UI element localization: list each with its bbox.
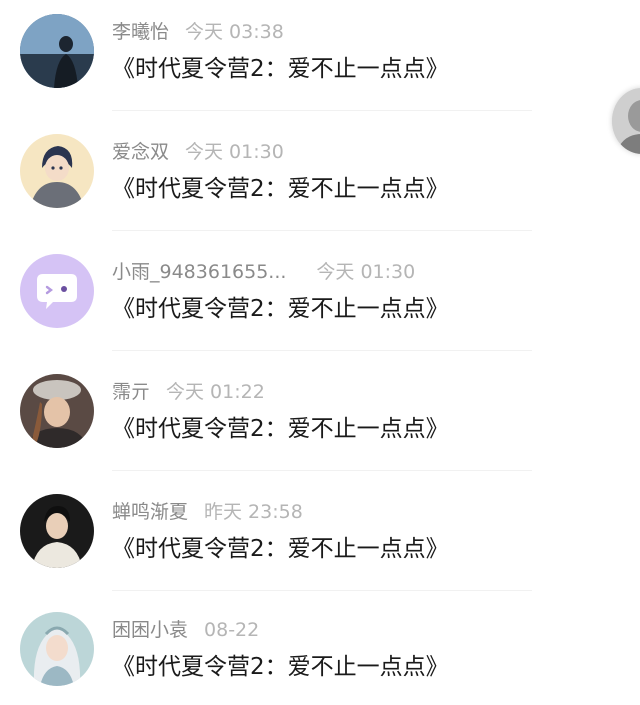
message-time: 昨天 23:58	[204, 501, 303, 523]
avatar[interactable]	[20, 494, 94, 568]
message-title[interactable]: 《时代夏令营2：爱不止一点点》	[112, 52, 449, 86]
list-item[interactable]: 李曦怡 今天 03:38 《时代夏令营2：爱不止一点点》	[0, 0, 640, 120]
message-title[interactable]: 《时代夏令营2：爱不止一点点》	[112, 292, 449, 326]
sender-name[interactable]: 蝉鸣渐夏	[112, 501, 188, 523]
message-time: 今天 03:38	[185, 21, 284, 43]
sender-name[interactable]: 爱念双	[112, 141, 169, 163]
avatar[interactable]	[20, 254, 94, 328]
sender-name[interactable]: 困困小袁	[112, 619, 188, 641]
message-time: 今天 01:30	[185, 141, 284, 163]
message-time: 今天 01:30	[316, 261, 416, 283]
avatar[interactable]	[20, 612, 94, 686]
message-meta: 李曦怡 今天 03:38	[112, 18, 284, 46]
message-title[interactable]: 《时代夏令营2：爱不止一点点》	[112, 172, 449, 206]
avatar[interactable]	[20, 14, 94, 88]
message-title[interactable]: 《时代夏令营2：爱不止一点点》	[112, 412, 449, 446]
avatar[interactable]	[20, 374, 94, 448]
list-item[interactable]: 霈亓 今天 01:22 《时代夏令营2：爱不止一点点》	[0, 360, 640, 480]
message-meta: 霈亓 今天 01:22	[112, 378, 265, 406]
list-item[interactable]: 爱念双 今天 01:30 《时代夏令营2：爱不止一点点》	[0, 120, 640, 240]
message-title[interactable]: 《时代夏令营2：爱不止一点点》	[112, 532, 449, 566]
message-meta: 蝉鸣渐夏 昨天 23:58	[112, 498, 303, 526]
message-time: 今天 01:22	[166, 381, 265, 403]
sender-name[interactable]: 李曦怡	[112, 21, 169, 43]
list-item[interactable]: 困困小袁 08-22 《时代夏令营2：爱不止一点点》	[0, 600, 640, 705]
divider	[112, 350, 532, 351]
message-meta: 爱念双 今天 01:30	[112, 138, 284, 166]
divider	[112, 230, 532, 231]
message-meta: 困困小袁 08-22	[112, 616, 259, 644]
list-item[interactable]: 蝉鸣渐夏 昨天 23:58 《时代夏令营2：爱不止一点点》	[0, 480, 640, 600]
message-list: 李曦怡 今天 03:38 《时代夏令营2：爱不止一点点》 爱念双 今天 01:30 …	[0, 0, 640, 705]
divider	[112, 470, 532, 471]
avatar[interactable]	[20, 134, 94, 208]
sender-name[interactable]: 霈亓	[112, 381, 150, 403]
message-title[interactable]: 《时代夏令营2：爱不止一点点》	[112, 650, 449, 684]
message-time: 08-22	[204, 619, 260, 641]
sender-name[interactable]: 小雨_948361655...	[112, 261, 286, 283]
divider	[112, 110, 532, 111]
divider	[112, 590, 532, 591]
list-item[interactable]: 小雨_948361655... 今天 01:30 《时代夏令营2：爱不止一点点》	[0, 240, 640, 360]
message-meta: 小雨_948361655... 今天 01:30	[112, 258, 415, 286]
